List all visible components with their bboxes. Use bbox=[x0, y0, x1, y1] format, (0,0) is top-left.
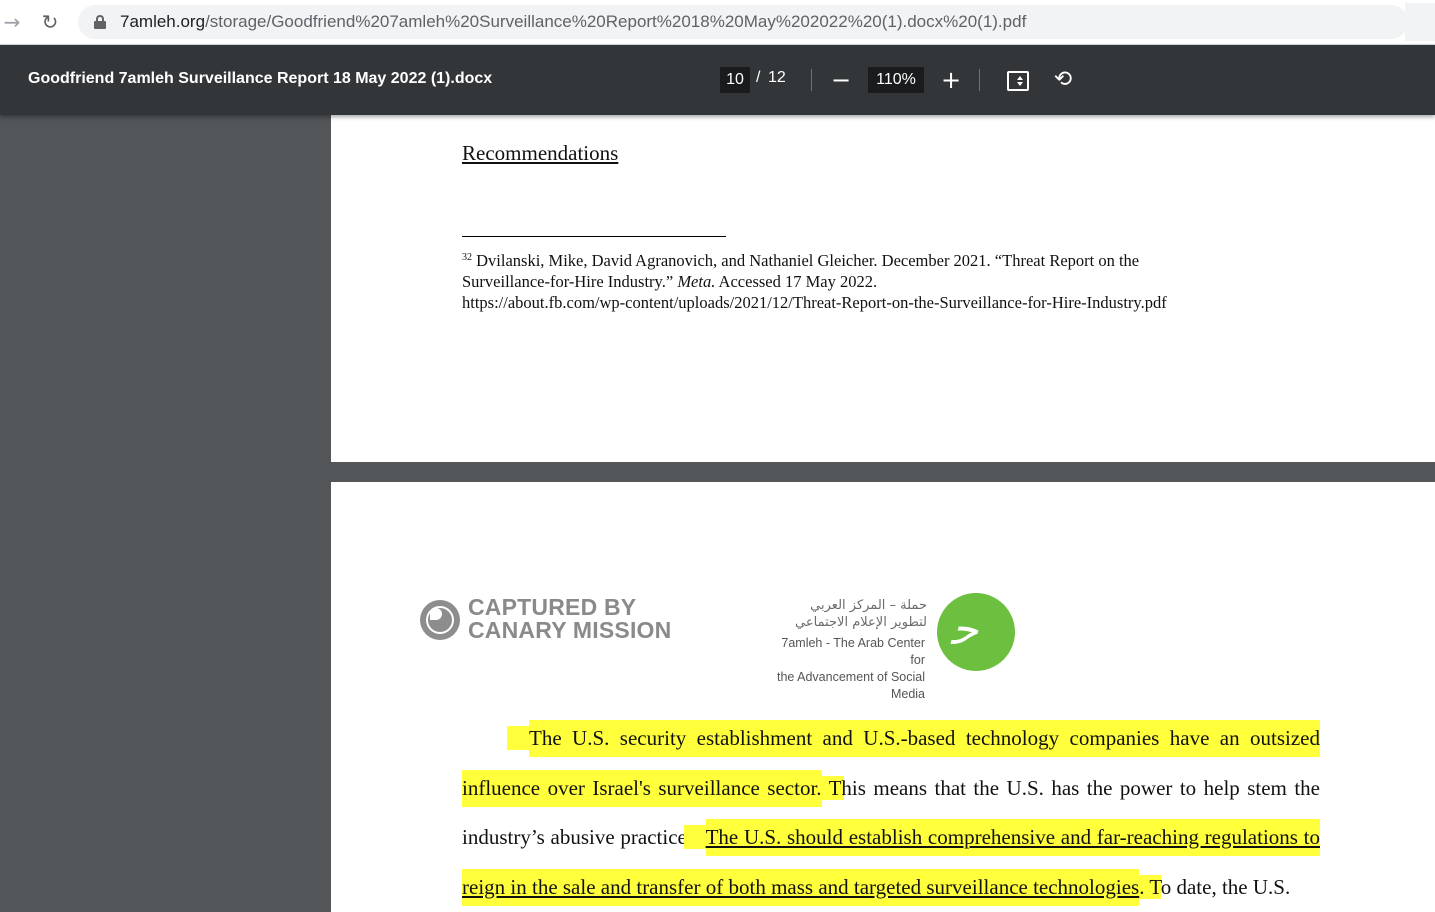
zoom-input[interactable]: 110% bbox=[868, 67, 924, 93]
org-line-1: 7amleh - The Arab Center for bbox=[781, 636, 925, 667]
toolbar-divider bbox=[979, 69, 980, 91]
arabic-line-2: لتطوير الإعلام الاجتماعي bbox=[795, 615, 927, 630]
url-text[interactable]: 7amleh.org/storage/Goodfriend%207amleh%2… bbox=[120, 12, 1026, 32]
arabic-line-1: حملة – المركز العربي bbox=[810, 598, 927, 613]
watermark-line-2: CANARY MISSION bbox=[468, 617, 672, 643]
lock-icon[interactable] bbox=[94, 15, 106, 29]
canary-watermark: CAPTURED BY CANARY MISSION bbox=[468, 596, 671, 642]
arabic-org-name: حملة – المركز العربي لتطوير الإعلام الاج… bbox=[767, 597, 927, 631]
fit-to-page-icon[interactable] bbox=[1007, 71, 1029, 91]
page-separator: / bbox=[756, 69, 761, 86]
watermark-line-1: CAPTURED BY bbox=[468, 594, 637, 620]
zoom-in-button[interactable]: + bbox=[936, 65, 966, 95]
rotate-icon[interactable]: ⟲ bbox=[1048, 65, 1078, 95]
7amleh-logo-icon: ﺣ bbox=[937, 593, 1015, 671]
forward-icon[interactable]: → bbox=[0, 8, 26, 36]
org-name: 7amleh - The Arab Center for the Advance… bbox=[769, 635, 925, 703]
body-paragraph: The U.S. security establishment and U.S.… bbox=[462, 714, 1321, 912]
url-path: /storage/Goodfriend%207amleh%20Surveilla… bbox=[205, 12, 1027, 31]
url-host: 7amleh.org bbox=[120, 12, 206, 31]
footnote-line-2b: Accessed 17 May 2022. bbox=[715, 272, 878, 291]
org-line-2: the Advancement of Social Media bbox=[776, 670, 925, 701]
footnote-line-2-italic: Meta. bbox=[677, 272, 716, 291]
plain-text-2: . To date, the U.S. bbox=[1139, 874, 1291, 899]
reload-icon[interactable]: ↻ bbox=[36, 8, 64, 36]
toolbar-divider bbox=[811, 69, 812, 91]
footnote: 32 Dvilanski, Mike, David Agranovich, an… bbox=[462, 247, 1167, 313]
footnote-link[interactable]: https://about.fb.com/wp-content/uploads/… bbox=[462, 292, 1167, 313]
footnote-divider bbox=[462, 236, 726, 237]
browser-address-bar: → ↻ 7amleh.org/storage/Goodfriend%207aml… bbox=[0, 0, 1435, 45]
zoom-out-button[interactable]: − bbox=[826, 65, 856, 95]
pdf-page-10: Recommendations 32 Dvilanski, Mike, Davi… bbox=[331, 115, 1435, 462]
footnote-number: 32 bbox=[462, 252, 472, 263]
pdf-page-11: CAPTURED BY CANARY MISSION حملة – المركز… bbox=[331, 482, 1435, 912]
address-input[interactable]: 7amleh.org/storage/Goodfriend%207amleh%2… bbox=[78, 5, 1408, 39]
page-total: 12 bbox=[768, 69, 786, 86]
footnote-line-1: Dvilanski, Mike, David Agranovich, and N… bbox=[476, 251, 1140, 270]
section-heading: Recommendations bbox=[462, 141, 619, 165]
footnote-line-2a: Surveillance-for-Hire Industry.” bbox=[462, 272, 678, 291]
profile-area[interactable] bbox=[1405, 3, 1435, 41]
page-number-input[interactable]: 10 bbox=[720, 67, 750, 93]
canary-bird-icon bbox=[420, 600, 460, 640]
pdf-toolbar: Goodfriend 7amleh Surveillance Report 18… bbox=[0, 45, 1435, 115]
document-title: Goodfriend 7amleh Surveillance Report 18… bbox=[28, 70, 493, 87]
